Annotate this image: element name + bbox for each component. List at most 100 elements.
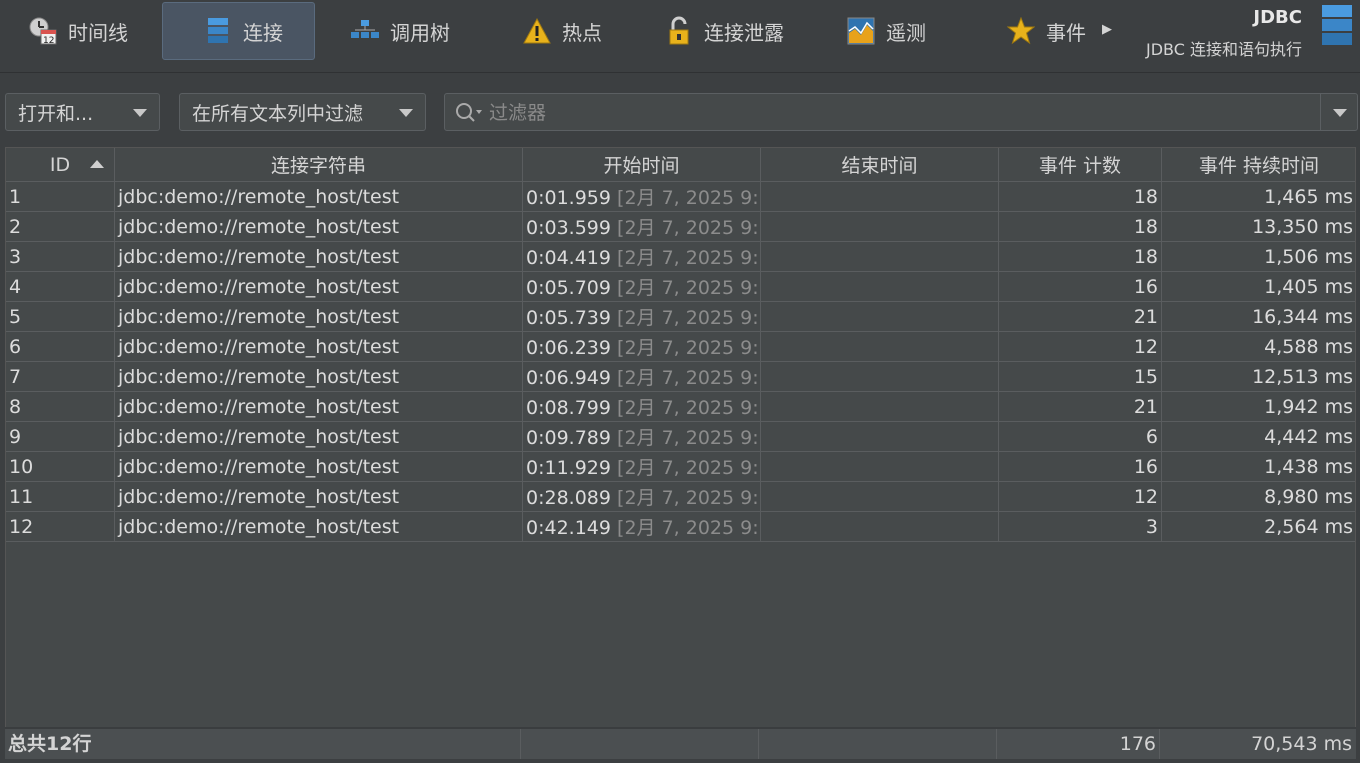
tab-label: 连接泄露 <box>704 20 784 45</box>
chevron-down-icon <box>133 109 147 117</box>
cell-start-time: 0:28.089 [2月 7, 2025 9:... <box>522 481 761 512</box>
cell-end-time <box>760 301 999 332</box>
start-time-elapsed: 0:09.789 <box>526 427 611 449</box>
tab-timeline[interactable]: 12 时间线 <box>14 2 146 60</box>
start-time-date: [2月 7, 2025 9:... <box>617 307 759 329</box>
cell-id: 12 <box>6 511 115 542</box>
timeline-clock-icon: 12 <box>28 16 58 46</box>
start-time-date: [2月 7, 2025 9:... <box>617 187 759 209</box>
filter-scope-dropdown[interactable]: 在所有文本列中过滤 <box>179 93 426 131</box>
start-time-date: [2月 7, 2025 9:... <box>617 457 759 479</box>
total-event-count: 176 <box>997 729 1160 759</box>
tab-telemetry[interactable]: 遥测 <box>832 2 942 60</box>
cell-end-time <box>760 271 999 302</box>
table-row[interactable]: 9 jdbc:demo://remote_host/test 0:09.789 [2… <box>6 421 1355 452</box>
cell-event-count: 12 <box>998 481 1162 512</box>
start-time-elapsed: 0:05.739 <box>526 307 611 329</box>
cell-connection-string: jdbc:demo://remote_host/test <box>114 301 523 332</box>
table-row[interactable]: 11 jdbc:demo://remote_host/test 0:28.089 [… <box>6 481 1355 512</box>
open-with-dropdown[interactable]: 打开和... <box>5 93 160 131</box>
filter-history-dropdown-icon[interactable] <box>1333 109 1347 117</box>
brand-subtitle: JDBC 连接和语句执行 <box>1146 40 1302 59</box>
cell-event-duration: 1,942 ms <box>1161 391 1355 422</box>
table-row[interactable]: 2 jdbc:demo://remote_host/test 0:03.599 [2… <box>6 211 1355 242</box>
cell-event-duration: 1,438 ms <box>1161 451 1355 482</box>
cell-event-count: 16 <box>998 271 1162 302</box>
start-time-date: [2月 7, 2025 9:... <box>617 427 759 449</box>
table-row[interactable]: 7 jdbc:demo://remote_host/test 0:06.949 [2… <box>6 361 1355 392</box>
cell-end-time <box>760 211 999 242</box>
tab-call-tree[interactable]: 调用树 <box>336 2 466 60</box>
start-time-date: [2月 7, 2025 9:... <box>617 397 759 419</box>
cell-start-time: 0:04.419 [2月 7, 2025 9:... <box>522 241 761 272</box>
cell-connection-string: jdbc:demo://remote_host/test <box>114 391 523 422</box>
total-start-cell <box>521 729 759 759</box>
cell-event-count: 18 <box>998 211 1162 242</box>
cell-id: 11 <box>6 481 115 512</box>
tab-connections[interactable]: 连接 <box>162 2 315 60</box>
total-event-duration: 70,543 ms <box>1251 733 1352 755</box>
start-time-date: [2月 7, 2025 9:... <box>617 247 759 269</box>
cell-start-time: 0:05.739 [2月 7, 2025 9:... <box>522 301 761 332</box>
cell-event-count: 15 <box>998 361 1162 392</box>
column-header-end-time[interactable]: 结束时间 <box>760 148 999 182</box>
padlock-leak-icon <box>664 16 694 46</box>
start-time-elapsed: 0:04.419 <box>526 247 611 269</box>
tab-events[interactable]: 事件 <box>992 2 1096 60</box>
start-time-elapsed: 0:03.599 <box>526 217 611 239</box>
cell-start-time: 0:08.799 [2月 7, 2025 9:... <box>522 391 761 422</box>
table-row[interactable]: 8 jdbc:demo://remote_host/test 0:08.799 [2… <box>6 391 1355 422</box>
cell-event-duration: 8,980 ms <box>1161 481 1355 512</box>
cell-end-time <box>760 181 999 212</box>
cell-event-count: 21 <box>998 301 1162 332</box>
column-header-connection-string[interactable]: 连接字符串 <box>114 148 523 182</box>
table-row[interactable]: 1 jdbc:demo://remote_host/test 0:01.959 [2… <box>6 181 1355 212</box>
table-row[interactable]: 4 jdbc:demo://remote_host/test 0:05.709 [2… <box>6 271 1355 302</box>
divider <box>1320 94 1321 130</box>
filter-scope-label: 在所有文本列中过滤 <box>192 102 364 125</box>
cell-end-time <box>760 391 999 422</box>
cell-connection-string: jdbc:demo://remote_host/test <box>114 211 523 242</box>
tab-label: 热点 <box>562 20 602 45</box>
table-row[interactable]: 12 jdbc:demo://remote_host/test 0:42.149 [… <box>6 511 1355 542</box>
cell-end-time <box>760 331 999 362</box>
table-row[interactable]: 10 jdbc:demo://remote_host/test 0:11.929 [… <box>6 451 1355 482</box>
start-time-elapsed: 0:06.239 <box>526 337 611 359</box>
telemetry-chart-icon <box>846 16 876 46</box>
cell-id: 2 <box>6 211 115 242</box>
filter-input[interactable] <box>487 98 1321 128</box>
cell-id: 9 <box>6 421 115 452</box>
start-time-date: [2月 7, 2025 9:... <box>617 217 759 239</box>
cell-start-time: 0:42.149 [2月 7, 2025 9:... <box>522 511 761 542</box>
sort-ascending-icon <box>90 160 104 168</box>
cell-id: 6 <box>6 331 115 362</box>
cell-connection-string: jdbc:demo://remote_host/test <box>114 451 523 482</box>
warning-hotspot-icon <box>522 16 552 46</box>
tab-hotspots[interactable]: 热点 <box>508 2 618 60</box>
column-header-id[interactable]: ID <box>6 148 115 182</box>
cell-id: 1 <box>6 181 115 212</box>
cell-event-count: 18 <box>998 241 1162 272</box>
cell-start-time: 0:06.239 [2月 7, 2025 9:... <box>522 331 761 362</box>
cell-connection-string: jdbc:demo://remote_host/test <box>114 511 523 542</box>
table-row[interactable]: 3 jdbc:demo://remote_host/test 0:04.419 [2… <box>6 241 1355 272</box>
table-row[interactable]: 5 jdbc:demo://remote_host/test 0:05.739 [2… <box>6 301 1355 332</box>
cell-id: 5 <box>6 301 115 332</box>
column-header-event-count[interactable]: 事件 计数 <box>998 148 1162 182</box>
start-time-elapsed: 0:42.149 <box>526 517 611 539</box>
tab-connection-leaks[interactable]: 连接泄露 <box>650 2 800 60</box>
tab-label: 调用树 <box>390 20 450 45</box>
cell-event-duration: 4,588 ms <box>1161 331 1355 362</box>
total-rows-label: 总共12行 <box>5 729 521 759</box>
cell-end-time <box>760 511 999 542</box>
cell-connection-string: jdbc:demo://remote_host/test <box>114 271 523 302</box>
start-time-elapsed: 0:08.799 <box>526 397 611 419</box>
cell-event-count: 16 <box>998 451 1162 482</box>
column-header-event-duration[interactable]: 事件 持续时间 <box>1161 148 1355 182</box>
column-header-start-time[interactable]: 开始时间 <box>522 148 761 182</box>
table-row[interactable]: 6 jdbc:demo://remote_host/test 0:06.239 [2… <box>6 331 1355 362</box>
search-icon[interactable] <box>455 102 485 129</box>
cell-event-duration: 1,405 ms <box>1161 271 1355 302</box>
tabs-overflow-arrow-icon[interactable]: ▶ <box>1102 22 1112 37</box>
start-time-elapsed: 0:06.949 <box>526 367 611 389</box>
